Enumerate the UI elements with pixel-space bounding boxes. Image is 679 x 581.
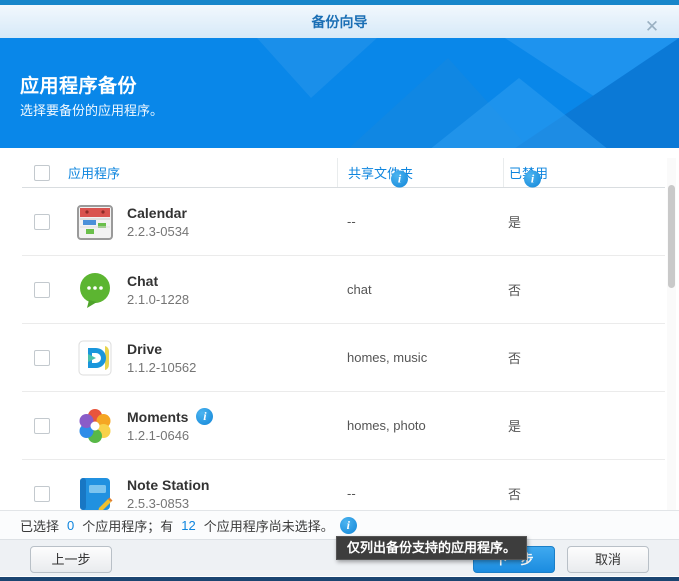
table-row-note-station[interactable]: Note Station 2.5.3-0853 -- 否 — [22, 460, 665, 510]
status-suffix: 个应用程序尚未选择。 — [204, 516, 334, 535]
disabled-value: 是 — [508, 212, 521, 231]
app-version: 2.2.3-0534 — [127, 224, 189, 239]
app-version: 2.1.0-1228 — [127, 292, 189, 307]
drive-app-icon — [75, 338, 115, 378]
selection-status-bar: 已选择 0 个应用程序；有 12 个应用程序尚未选择。 — [0, 510, 679, 539]
row-checkbox[interactable] — [34, 282, 50, 298]
table-row-chat[interactable]: Chat 2.1.0-1228 chat 否 — [22, 256, 665, 324]
header-checkbox-cell — [22, 165, 62, 181]
wizard-banner: 应用程序备份 选择要备份的应用程序。 — [0, 38, 679, 148]
page-title: 应用程序备份 — [20, 71, 137, 98]
shared-folder-value: -- — [347, 214, 356, 229]
disabled-value: 否 — [508, 280, 521, 299]
shared-folder-value: homes, music — [347, 350, 427, 365]
shared-folder-value: chat — [347, 282, 372, 297]
dialog-title: 备份向导 — [312, 12, 368, 32]
disabled-value: 是 — [508, 416, 521, 435]
header-shared-cell: 共享文件夹 — [337, 158, 503, 187]
moments-app-icon — [75, 406, 115, 446]
dialog-titlebar[interactable]: 备份向导 ✕ — [0, 5, 679, 38]
moments-info-icon[interactable] — [196, 408, 213, 425]
previous-button[interactable]: 上一步 — [30, 546, 112, 573]
app-version: 2.5.3-0853 — [127, 496, 209, 511]
app-version: 1.1.2-10562 — [127, 360, 196, 375]
app-name: Calendar — [127, 205, 187, 221]
disabled-info-icon[interactable] — [524, 170, 541, 187]
row-checkbox[interactable] — [34, 350, 50, 366]
status-info-icon[interactable] — [340, 517, 357, 534]
app-name: Note Station — [127, 477, 209, 493]
banner-polygon — [239, 38, 399, 98]
header-disabled-cell: 已禁用 — [503, 158, 665, 187]
row-checkbox[interactable] — [34, 486, 50, 502]
app-name: Moments — [127, 409, 188, 425]
calendar-app-icon — [75, 202, 115, 242]
table-row-moments[interactable]: Moments 1.2.1-0646 homes, photo 是 — [22, 392, 665, 460]
disabled-value: 否 — [508, 484, 521, 503]
row-checkbox[interactable] — [34, 214, 50, 230]
app-version: 1.2.1-0646 — [127, 428, 213, 443]
table-header-row: 应用程序 共享文件夹 已禁用 — [22, 158, 665, 188]
selected-count: 0 — [67, 518, 74, 533]
note-station-app-icon — [75, 474, 115, 511]
app-name: Drive — [127, 341, 162, 357]
page-subtitle: 选择要备份的应用程序。 — [20, 100, 163, 119]
window-bottom-border — [0, 577, 679, 581]
chat-app-icon — [75, 270, 115, 310]
select-all-checkbox[interactable] — [34, 165, 50, 181]
shared-folder-value: homes, photo — [347, 418, 426, 433]
disabled-value: 否 — [508, 348, 521, 367]
header-app-cell: 应用程序 — [62, 163, 337, 183]
status-middle: 个应用程序；有 — [82, 516, 173, 535]
cancel-button[interactable]: 取消 — [567, 546, 649, 573]
shared-folder-value: -- — [347, 486, 356, 501]
shared-folder-info-icon[interactable] — [391, 170, 408, 187]
scrollbar-thumb[interactable] — [668, 185, 675, 288]
backup-wizard-dialog: 备份向导 ✕ 应用程序备份 选择要备份的应用程序。 应用程序 共享文件夹 已禁用 — [0, 0, 679, 581]
table-row-drive[interactable]: Drive 1.1.2-10562 homes, music 否 — [22, 324, 665, 392]
status-prefix: 已选择 — [20, 516, 59, 535]
app-table: 应用程序 共享文件夹 已禁用 — [22, 148, 665, 510]
row-checkbox[interactable] — [34, 418, 50, 434]
column-header-application: 应用程序 — [68, 166, 120, 181]
unselected-count: 12 — [181, 518, 195, 533]
backup-support-tooltip: 仅列出备份支持的应用程序。 — [336, 536, 527, 560]
close-icon[interactable]: ✕ — [643, 18, 661, 36]
table-body: Calendar 2.2.3-0534 -- 是 — [22, 188, 665, 510]
table-row-calendar[interactable]: Calendar 2.2.3-0534 -- 是 — [22, 188, 665, 256]
app-name: Chat — [127, 273, 158, 289]
